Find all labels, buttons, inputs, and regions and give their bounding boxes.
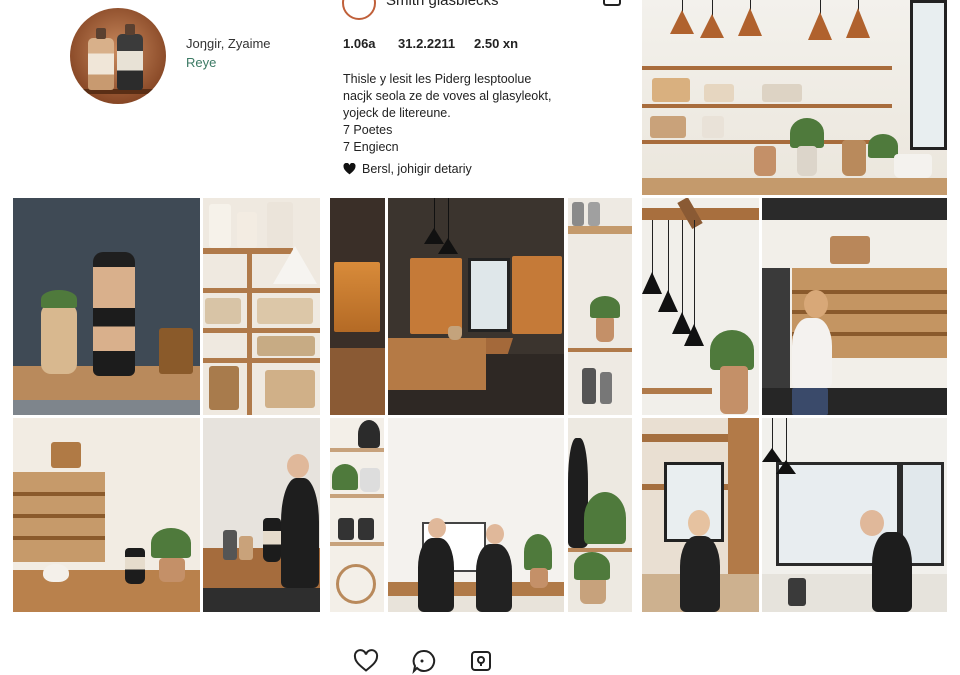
post-image-cafe-table[interactable] xyxy=(388,198,564,415)
post-image-bottle[interactable] xyxy=(13,198,200,415)
bookmark-icon[interactable] xyxy=(603,0,621,6)
page-title: Smith glasblecks xyxy=(386,0,499,9)
post-image-plants[interactable] xyxy=(568,418,632,612)
profile-subtitle[interactable]: Reye xyxy=(186,55,216,70)
post-image-laptop-worker[interactable] xyxy=(762,418,947,612)
stat-following[interactable]: 2.50 xn xyxy=(474,36,518,51)
post-image-meeting[interactable] xyxy=(388,418,564,612)
like-button[interactable] xyxy=(352,647,380,675)
stat-posts[interactable]: 1.06a xyxy=(343,36,376,51)
brand-logo-icon xyxy=(342,0,376,20)
profile-bio: Thisle y lesit les Piderg lesptoolue nac… xyxy=(343,71,583,156)
post-image-hero[interactable] xyxy=(642,0,947,195)
post-image-wall-shelf[interactable] xyxy=(330,198,385,415)
bio-line: 7 Engiecn xyxy=(343,140,399,154)
bio-line: nacjk seola ze de voves al glasyleokt, xyxy=(343,89,552,103)
share-icon xyxy=(471,651,491,671)
comment-button[interactable] xyxy=(410,647,438,675)
bio-line: yojeck de litereune. xyxy=(343,106,451,120)
heart-icon xyxy=(343,163,356,175)
post-image-barista[interactable] xyxy=(203,418,320,612)
bio-line: Thisle y lesit les Piderg lesptoolue xyxy=(343,72,532,86)
bio-line: 7 Poetes xyxy=(343,123,393,137)
post-image-counter-girl[interactable] xyxy=(642,418,759,612)
followed-by[interactable]: Bersl, johigir detariy xyxy=(343,162,472,176)
heart-icon xyxy=(353,649,379,672)
post-image-shelf-display[interactable] xyxy=(13,418,200,612)
followed-by-text: Bersl, johigir detariy xyxy=(362,162,472,176)
avatar-bottle xyxy=(117,24,143,90)
post-image-shop-worker[interactable] xyxy=(762,198,947,415)
share-button[interactable] xyxy=(467,647,495,675)
stat-followers[interactable]: 31.2.2211 xyxy=(398,36,455,51)
post-image-kitchen[interactable] xyxy=(568,198,632,415)
profile-avatar[interactable] xyxy=(70,8,166,104)
post-image-pendants[interactable] xyxy=(642,198,759,415)
post-image-shelves[interactable] xyxy=(203,198,320,415)
comment-icon xyxy=(412,649,436,674)
avatar-bottle xyxy=(88,28,114,90)
profile-name[interactable]: Joŋgir, Zyaime xyxy=(186,36,271,51)
post-image-cubby-shelves[interactable] xyxy=(330,418,384,612)
